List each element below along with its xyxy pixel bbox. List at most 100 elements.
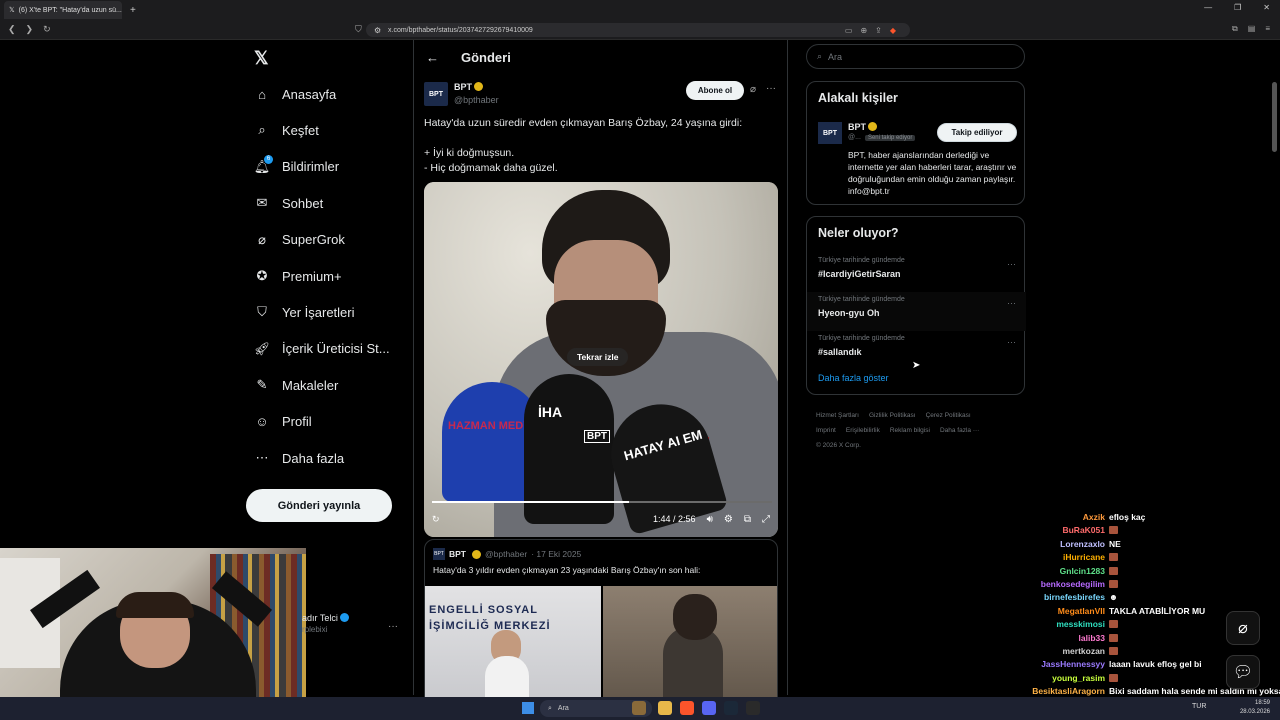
file-explorer-icon[interactable] bbox=[658, 701, 672, 715]
close-window-icon[interactable]: ✕ bbox=[1263, 3, 1270, 12]
chat-username[interactable]: JassHennessyy bbox=[1041, 659, 1105, 669]
nav-item[interactable]: ⌀ SuperGrok bbox=[254, 232, 345, 248]
messages-fab-icon[interactable]: 💬︎ bbox=[1226, 655, 1260, 689]
minimize-icon[interactable]: — bbox=[1204, 3, 1212, 12]
language-indicator[interactable]: TUR bbox=[1192, 703, 1206, 710]
search-input[interactable]: ⌕ Ara bbox=[806, 44, 1025, 69]
volume-icon[interactable]: 🔊︎ bbox=[707, 514, 713, 525]
chat-username[interactable]: lalib33 bbox=[1079, 633, 1105, 643]
quoted-tweet[interactable]: BPT BPT @bpthaber · 17 Eki 2025 Hatay'da… bbox=[424, 539, 778, 709]
chat-username[interactable]: MegatlanVII bbox=[1058, 606, 1105, 616]
tweet-video[interactable]: HAZMAN MEDYA İHA HATAY AI EM BPT Tekrar … bbox=[424, 182, 778, 537]
menu-icon[interactable]: ≡ bbox=[1265, 24, 1270, 34]
grok-fab-icon[interactable]: ⌀ bbox=[1226, 611, 1260, 645]
chat-username[interactable]: birnefesbirefes bbox=[1044, 592, 1105, 602]
pip-icon[interactable]: ⧉ bbox=[744, 514, 751, 525]
brave-icon[interactable] bbox=[680, 701, 694, 715]
search-placeholder: Ara bbox=[828, 51, 843, 62]
chat-username[interactable]: BuRaK051 bbox=[1062, 525, 1105, 535]
chat-username[interactable]: benkosedegilim bbox=[1041, 579, 1105, 589]
restore-icon[interactable]: ❐ bbox=[1234, 3, 1241, 12]
footer-link[interactable]: Hizmet Şartları bbox=[816, 412, 859, 419]
discord-icon[interactable] bbox=[702, 701, 716, 715]
quoted-name: BPT bbox=[449, 549, 466, 559]
nav-item[interactable]: ⌕ Keşfet bbox=[254, 122, 319, 138]
author-avatar[interactable]: BPT bbox=[424, 82, 448, 106]
nav-item[interactable]: ✉ Sohbet bbox=[254, 195, 324, 211]
windows-start-icon[interactable] bbox=[522, 702, 534, 714]
related-name[interactable]: BPT bbox=[848, 122, 877, 132]
show-more-link[interactable]: Daha fazla göster bbox=[818, 373, 889, 383]
nav-item[interactable]: ⛉ Yer İşaretleri bbox=[254, 304, 354, 320]
taskbar-widget-icon[interactable] bbox=[632, 701, 646, 715]
trend-more-icon[interactable]: ··· bbox=[1007, 259, 1016, 269]
quoted-image-1[interactable]: ENGELLİ SOSYAL İŞİMCİLİĞ MERKEZİ bbox=[425, 586, 601, 708]
footer-link[interactable]: Erişilebilirlik bbox=[846, 427, 880, 434]
share-icon[interactable]: ⇪ bbox=[875, 26, 882, 35]
brave-shield-icon[interactable]: ◆ bbox=[890, 26, 896, 35]
x-logo-icon[interactable]: 𝕏 bbox=[254, 48, 269, 69]
author-name[interactable]: BPT bbox=[454, 82, 483, 92]
reader-icon[interactable]: ▭ bbox=[845, 26, 853, 35]
nav-item[interactable]: 🔔︎ 6 Bildirimler bbox=[254, 154, 339, 175]
sidebar-icon[interactable]: ▤ bbox=[1248, 24, 1256, 34]
extensions-icon[interactable]: ⧉ bbox=[1232, 24, 1238, 34]
back-arrow-icon[interactable]: ← bbox=[426, 50, 439, 65]
footer-link[interactable]: Imprint bbox=[816, 427, 836, 434]
reload-icon[interactable]: ↻ bbox=[43, 24, 51, 35]
chat-username[interactable]: messkimosi bbox=[1056, 619, 1105, 629]
clock[interactable]: 18:59 28.03.2026 bbox=[1240, 699, 1270, 717]
url-input[interactable]: ⚙ x.com/bpthaber/status/2037427292679410… bbox=[366, 23, 910, 37]
footer-link[interactable]: Gizlilik Politikası bbox=[869, 412, 916, 419]
nav-item[interactable]: ✎ Makaleler bbox=[254, 377, 339, 393]
following-button[interactable]: Takip ediliyor bbox=[937, 123, 1017, 142]
subscribe-button[interactable]: Abone ol bbox=[686, 81, 744, 100]
page-scrollbar[interactable] bbox=[1272, 82, 1277, 152]
footer-link[interactable]: Daha fazla ··· bbox=[940, 427, 979, 434]
replay-icon[interactable]: ↻ bbox=[432, 514, 440, 525]
new-tab-button[interactable]: + bbox=[130, 5, 136, 16]
trend-more-icon[interactable]: ··· bbox=[1007, 298, 1016, 308]
nav-item[interactable]: ✪ Premium+ bbox=[254, 268, 342, 284]
trend-more-icon[interactable]: ··· bbox=[1007, 337, 1016, 347]
chat-username[interactable]: young_rasim bbox=[1052, 673, 1105, 683]
settings-icon[interactable]: ⚙ bbox=[724, 514, 733, 525]
browser-tab[interactable]: 𝕏 (6) X'te BPT: "Hatay'da uzun sü... ✕ bbox=[4, 1, 122, 19]
fullscreen-icon[interactable]: ⤢ bbox=[762, 514, 770, 525]
related-title: Alakalı kişiler bbox=[818, 91, 898, 105]
chat-username[interactable]: Axzik bbox=[1083, 512, 1105, 522]
grok-icon[interactable]: ⌀ bbox=[750, 84, 756, 95]
account-more-icon[interactable]: ··· bbox=[388, 621, 398, 632]
bookmark-page-icon[interactable]: ⛉ bbox=[355, 24, 362, 35]
nav-item[interactable]: ⌂ Anasayfa bbox=[254, 86, 336, 102]
account-switcher[interactable]: adır Telci rplebixi bbox=[302, 613, 349, 634]
forward-icon[interactable]: ❯ bbox=[26, 24, 34, 35]
replay-button[interactable]: Tekrar izle bbox=[567, 348, 629, 366]
nav-item[interactable]: 🚀︎ İçerik Üreticisi St... bbox=[254, 341, 390, 357]
chat-text bbox=[1109, 673, 1118, 683]
back-icon[interactable]: ❮ bbox=[8, 24, 16, 35]
chat-text bbox=[1109, 579, 1118, 589]
chat-username[interactable]: Lorenzaxlo bbox=[1060, 539, 1105, 549]
steam-icon[interactable] bbox=[724, 701, 738, 715]
more-options-icon[interactable]: ··· bbox=[766, 83, 776, 94]
site-info-icon[interactable]: ⚙ bbox=[374, 26, 381, 35]
nav-item[interactable]: ☺ Profil bbox=[254, 414, 311, 430]
footer-link[interactable]: Reklam bilgisi bbox=[890, 427, 930, 434]
related-avatar[interactable]: BPT bbox=[818, 122, 842, 144]
nav-item[interactable]: ⋯ Daha fazla bbox=[254, 450, 345, 466]
chat-username[interactable]: Gnlcin1283 bbox=[1060, 566, 1105, 576]
zoom-icon[interactable]: ⊕ bbox=[860, 26, 867, 35]
trend-item[interactable]: Türkiye tarihinde gündemde #IcardiyiGetir… bbox=[807, 253, 1026, 292]
chat-username[interactable]: BesiktasliAragorn bbox=[1032, 686, 1105, 696]
chat-username[interactable]: iHurricane bbox=[1063, 552, 1105, 562]
obs-icon[interactable] bbox=[746, 701, 760, 715]
video-progress-bar[interactable] bbox=[432, 501, 772, 503]
post-button[interactable]: Gönderi yayınla bbox=[246, 489, 392, 522]
chat-username[interactable]: mertkozan bbox=[1062, 646, 1105, 656]
trend-item[interactable]: Türkiye tarihinde gündemde Hyeon-gyu Oh ··… bbox=[807, 292, 1026, 331]
video-time: 1:44 / 2:56 bbox=[653, 514, 696, 524]
author-handle[interactable]: @bpthaber bbox=[454, 95, 499, 105]
footer-link[interactable]: Çerez Politikası bbox=[926, 412, 971, 419]
quoted-image-2[interactable] bbox=[603, 586, 777, 708]
